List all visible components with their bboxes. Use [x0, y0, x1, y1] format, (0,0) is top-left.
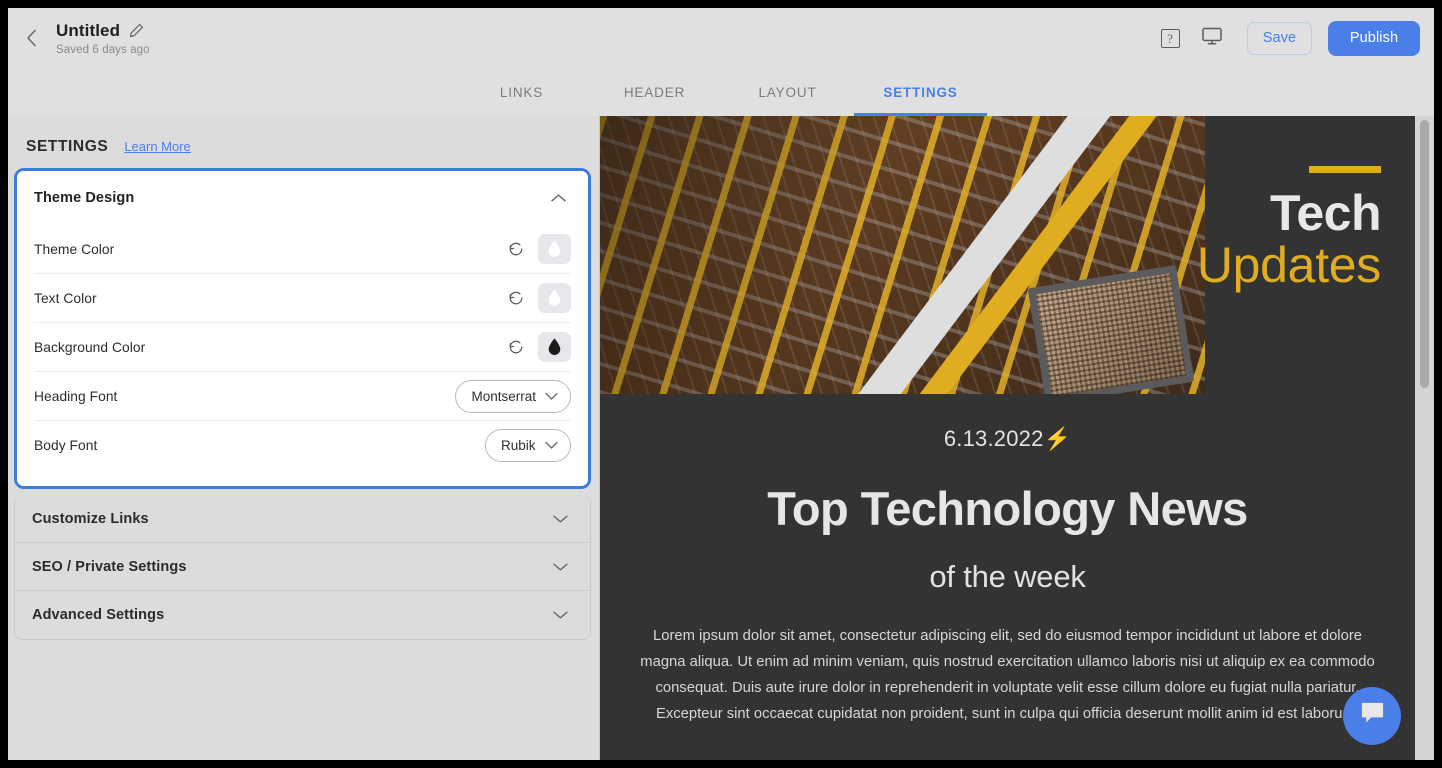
tab-settings[interactable]: SETTINGS: [854, 68, 987, 116]
accordion-theme-design: Theme Design Theme Color Text Color Back…: [14, 168, 591, 489]
accordion-advanced-settings-title: Advanced Settings: [32, 607, 165, 623]
save-button[interactable]: Save: [1247, 21, 1312, 55]
preview-date: 6.13.2022⚡: [943, 426, 1072, 451]
chevron-down-icon: [545, 392, 558, 401]
accordion-theme-design-title: Theme Design: [34, 190, 135, 206]
monitor-icon: [1201, 26, 1223, 51]
body-split: SETTINGS Learn More Theme Design Theme C…: [8, 116, 1434, 760]
row-background-color-label: Background Color: [34, 339, 146, 355]
theme-design-rows: Theme Color Text Color Background Color …: [17, 225, 588, 486]
preview-device-button[interactable]: [1199, 25, 1225, 51]
banner-title-line1: Tech: [1270, 185, 1382, 241]
text-color-swatch[interactable]: [538, 283, 571, 313]
heading-font-value: Montserrat: [471, 388, 536, 404]
heading-font-select[interactable]: Montserrat: [455, 379, 571, 413]
help-button[interactable]: ?: [1157, 25, 1183, 51]
chevron-down-icon: [553, 514, 568, 524]
accordion-theme-design-header[interactable]: Theme Design: [17, 171, 588, 225]
chevron-down-icon: [553, 610, 568, 620]
preview-subheading: of the week: [929, 559, 1086, 595]
row-theme-color: Theme Color: [34, 225, 571, 274]
chat-bubble-icon: [1359, 701, 1386, 731]
preview-paragraph: Lorem ipsum dolor sit amet, consectetur …: [640, 628, 1375, 723]
accordion-seo-private-settings-title: SEO / Private Settings: [32, 558, 187, 575]
top-bar: Untitled Saved 6 days ago ? Save Publish: [8, 8, 1434, 68]
droplet-icon: [548, 240, 561, 257]
row-heading-font: Heading Font Montserrat: [34, 372, 571, 421]
preview-pane: Tech Updates 6.13.2022⚡ Top Technology N…: [600, 116, 1434, 760]
reset-icon[interactable]: [507, 338, 525, 356]
tab-header[interactable]: HEADER: [588, 68, 721, 116]
page-title: Untitled: [56, 20, 121, 40]
row-body-font-label: Body Font: [34, 438, 98, 453]
preview-page: Tech Updates 6.13.2022⚡ Top Technology N…: [600, 116, 1415, 760]
collapsed-sections: Customize Links SEO / Private Settings A…: [14, 495, 591, 640]
row-heading-font-label: Heading Font: [34, 388, 118, 404]
preview-scrollbar[interactable]: [1419, 116, 1430, 760]
chevron-down-icon: [544, 441, 558, 450]
tab-links[interactable]: LINKS: [455, 68, 588, 116]
chevron-up-icon: [551, 193, 566, 203]
tab-layout[interactable]: LAYOUT: [721, 68, 854, 116]
reset-icon[interactable]: [507, 240, 525, 258]
learn-more-link[interactable]: Learn More: [124, 139, 190, 154]
saved-status: Saved 6 days ago: [56, 43, 150, 56]
cpu-socket-graphic: [1027, 264, 1195, 394]
preview-scrollbar-thumb[interactable]: [1420, 120, 1429, 388]
body-font-value: Rubik: [501, 438, 536, 453]
banner-title: Tech Updates: [1196, 166, 1382, 293]
document-title-block: Untitled Saved 6 days ago: [56, 21, 150, 56]
row-text-color: Text Color: [34, 274, 571, 323]
chevron-left-icon: [26, 29, 37, 47]
chevron-down-icon: [553, 562, 568, 572]
preview-content: 6.13.2022⚡ Top Technology News of the we…: [600, 394, 1415, 727]
publish-button[interactable]: Publish: [1328, 20, 1420, 56]
row-background-color: Background Color: [34, 323, 571, 372]
accordion-seo-private-settings[interactable]: SEO / Private Settings: [15, 543, 590, 591]
question-mark-icon: ?: [1160, 28, 1180, 48]
theme-color-swatch[interactable]: [538, 234, 571, 264]
settings-section-label: SETTINGS: [26, 138, 109, 155]
accordion-customize-links-title: Customize Links: [32, 510, 149, 527]
pencil-icon[interactable]: [129, 23, 144, 38]
banner-accent-bar: [1309, 166, 1381, 173]
app-window: Untitled Saved 6 days ago ? Save Publish…: [8, 8, 1434, 760]
row-body-font: Body Font Rubik: [34, 421, 571, 470]
row-text-color-label: Text Color: [34, 290, 97, 306]
body-font-select[interactable]: Rubik: [485, 429, 571, 462]
reset-icon[interactable]: [507, 289, 525, 307]
settings-sidebar: SETTINGS Learn More Theme Design Theme C…: [8, 116, 600, 760]
accordion-customize-links[interactable]: Customize Links: [15, 495, 590, 543]
preview-heading: Top Technology News: [767, 482, 1248, 535]
background-color-swatch[interactable]: [538, 332, 571, 362]
accordion-advanced-settings[interactable]: Advanced Settings: [15, 591, 590, 639]
top-bar-actions: ? Save Publish: [1157, 20, 1420, 56]
tab-bar: LINKS HEADER LAYOUT SETTINGS: [8, 68, 1434, 116]
droplet-icon: [548, 338, 561, 355]
chat-button[interactable]: [1343, 687, 1401, 745]
banner-title-line2: Updates: [1196, 237, 1381, 293]
settings-accordion: Theme Design Theme Color Text Color Back…: [8, 168, 599, 640]
row-theme-color-label: Theme Color: [34, 241, 115, 257]
preview-banner: Tech Updates: [600, 116, 1415, 394]
settings-header: SETTINGS Learn More: [8, 116, 599, 156]
droplet-icon: [548, 289, 561, 306]
back-button[interactable]: [14, 21, 48, 55]
